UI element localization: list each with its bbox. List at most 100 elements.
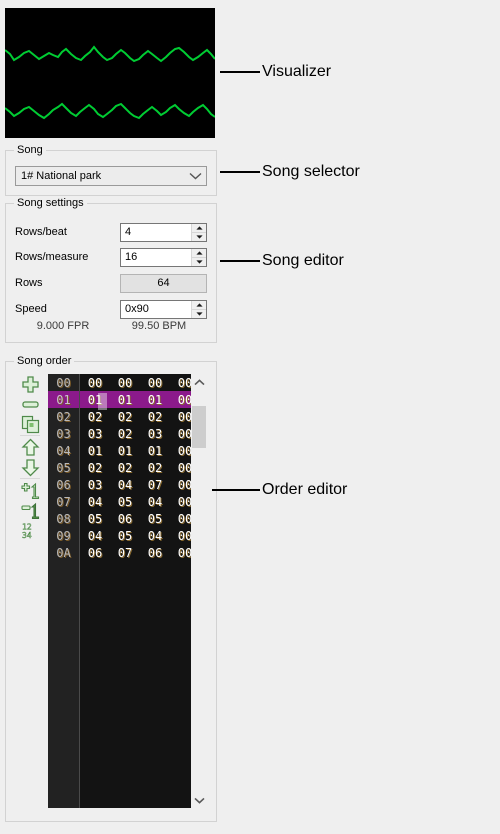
order-cell[interactable]: 01 — [140, 444, 170, 458]
order-cell[interactable]: 00 — [170, 529, 191, 543]
order-row-header[interactable]: 0A — [48, 544, 79, 561]
order-cell[interactable]: 04 — [80, 495, 110, 509]
stepper-down-icon[interactable] — [192, 310, 206, 318]
rows-per-beat-row: Rows/beat 4 — [15, 222, 207, 242]
order-toolbar: 12 34 — [15, 374, 45, 540]
order-row-header[interactable]: 06 — [48, 476, 79, 493]
stepper-down-icon[interactable] — [192, 233, 206, 241]
order-row[interactable]: 04 05 04 00 — [80, 493, 191, 510]
order-row[interactable]: 01 01 01 00 — [80, 442, 191, 459]
order-grid[interactable]: 00 01 02 03 04 05 06 07 08 09 0A 00 00 00 00 01 01 01 00 0… — [48, 374, 191, 808]
order-row-header[interactable]: 08 — [48, 510, 79, 527]
rows-row: Rows 64 — [15, 273, 207, 293]
chevron-down-icon[interactable] — [191, 792, 208, 808]
order-row-header[interactable]: 09 — [48, 527, 79, 544]
move-up-button[interactable] — [18, 437, 42, 457]
order-cells[interactable]: 00 00 00 00 01 01 01 00 02 02 02 00 03 02 03 00 01 01 01 00… — [80, 374, 191, 808]
order-row[interactable]: 05 06 05 00 — [80, 510, 191, 527]
order-cell[interactable]: 00 — [170, 478, 191, 492]
order-row-header[interactable]: 00 — [48, 374, 79, 391]
order-cell[interactable]: 01 — [110, 444, 140, 458]
order-cell[interactable]: 00 — [170, 495, 191, 509]
chevron-down-icon[interactable] — [184, 172, 206, 180]
rows-per-beat-stepper[interactable] — [191, 223, 206, 241]
order-cell[interactable]: 07 — [140, 478, 170, 492]
speed-stepper[interactable] — [191, 300, 206, 318]
order-row[interactable]: 02 02 02 00 — [80, 408, 191, 425]
order-cell[interactable]: 04 — [140, 495, 170, 509]
order-cell[interactable]: 05 — [110, 495, 140, 509]
order-cell[interactable]: 02 — [140, 410, 170, 424]
order-row-header[interactable]: 01 — [48, 391, 79, 408]
order-cell[interactable]: 00 — [170, 393, 191, 407]
renumber-button[interactable]: 12 34 — [18, 520, 42, 540]
order-cell[interactable]: 00 — [140, 376, 170, 390]
duplicate-order-button[interactable] — [18, 414, 42, 434]
order-row[interactable]: 02 02 02 00 — [80, 459, 191, 476]
rows-per-beat-field[interactable]: 4 — [120, 222, 207, 242]
song-selector-combo[interactable]: 1# National park — [15, 166, 207, 186]
order-cell[interactable]: 01 — [80, 444, 110, 458]
order-cell[interactable]: 04 — [110, 478, 140, 492]
order-row[interactable]: 00 00 00 00 — [80, 374, 191, 391]
order-cell[interactable]: 06 — [140, 546, 170, 560]
order-cell[interactable]: 02 — [110, 461, 140, 475]
order-row-header[interactable]: 04 — [48, 442, 79, 459]
order-cell[interactable]: 06 — [110, 512, 140, 526]
order-row[interactable]: 04 05 04 00 — [80, 527, 191, 544]
stepper-up-icon[interactable] — [192, 301, 206, 310]
order-row[interactable]: 06 07 06 00 — [80, 544, 191, 561]
decrement-button[interactable] — [18, 500, 42, 520]
order-cell[interactable]: 01 — [80, 392, 110, 410]
order-cell[interactable]: 06 — [80, 546, 110, 560]
order-cell[interactable]: 03 — [80, 427, 110, 441]
order-cell[interactable]: 03 — [140, 427, 170, 441]
order-cell[interactable]: 05 — [80, 512, 110, 526]
stepper-up-icon[interactable] — [192, 224, 206, 233]
chevron-up-icon[interactable] — [191, 374, 208, 390]
order-row-header[interactable]: 07 — [48, 493, 79, 510]
scrollbar-thumb[interactable] — [192, 406, 206, 448]
stepper-up-icon[interactable] — [192, 249, 206, 258]
order-cell[interactable]: 05 — [110, 529, 140, 543]
order-cell[interactable]: 00 — [110, 376, 140, 390]
order-cell[interactable]: 02 — [140, 461, 170, 475]
order-cell[interactable]: 00 — [170, 546, 191, 560]
rows-per-measure-row: Rows/measure 16 — [15, 247, 207, 267]
order-row-header[interactable]: 05 — [48, 459, 79, 476]
order-row-header[interactable]: 02 — [48, 408, 79, 425]
order-row[interactable]: 03 04 07 00 — [80, 476, 191, 493]
remove-order-button[interactable] — [18, 394, 42, 414]
order-cell[interactable]: 00 — [170, 410, 191, 424]
order-cell[interactable]: 00 — [170, 512, 191, 526]
order-cell[interactable]: 02 — [110, 410, 140, 424]
order-cell[interactable]: 00 — [170, 461, 191, 475]
order-grid-container[interactable]: 00 01 02 03 04 05 06 07 08 09 0A 00 00 00 00 01 01 01 00 0… — [48, 374, 208, 808]
order-cell[interactable]: 00 — [170, 444, 191, 458]
order-cell[interactable]: 02 — [80, 461, 110, 475]
order-row[interactable]: 03 02 03 00 — [80, 425, 191, 442]
order-cell[interactable]: 02 — [110, 427, 140, 441]
order-row[interactable]: 01 01 01 00 — [80, 391, 191, 410]
order-cell[interactable]: 07 — [110, 546, 140, 560]
speed-field[interactable]: 0x90 — [120, 299, 207, 319]
order-cell[interactable]: 00 — [170, 376, 191, 390]
order-cell[interactable]: 01 — [140, 393, 170, 407]
move-down-button[interactable] — [18, 457, 42, 477]
stepper-down-icon[interactable] — [192, 258, 206, 266]
increment-button[interactable] — [18, 480, 42, 500]
order-scrollbar[interactable] — [191, 374, 208, 808]
order-cell[interactable]: 01 — [110, 393, 140, 407]
order-cell[interactable]: 00 — [170, 427, 191, 441]
order-cell[interactable]: 00 — [80, 376, 110, 390]
order-cell[interactable]: 05 — [140, 512, 170, 526]
order-cell[interactable]: 04 — [80, 529, 110, 543]
order-cell[interactable]: 02 — [80, 410, 110, 424]
add-order-button[interactable] — [18, 374, 42, 394]
order-cell[interactable]: 04 — [140, 529, 170, 543]
order-cell[interactable]: 03 — [80, 478, 110, 492]
rows-per-measure-stepper[interactable] — [191, 248, 206, 266]
annotation-song-editor: Song editor — [220, 252, 344, 270]
order-row-header[interactable]: 03 — [48, 425, 79, 442]
rows-per-measure-field[interactable]: 16 — [120, 247, 207, 267]
